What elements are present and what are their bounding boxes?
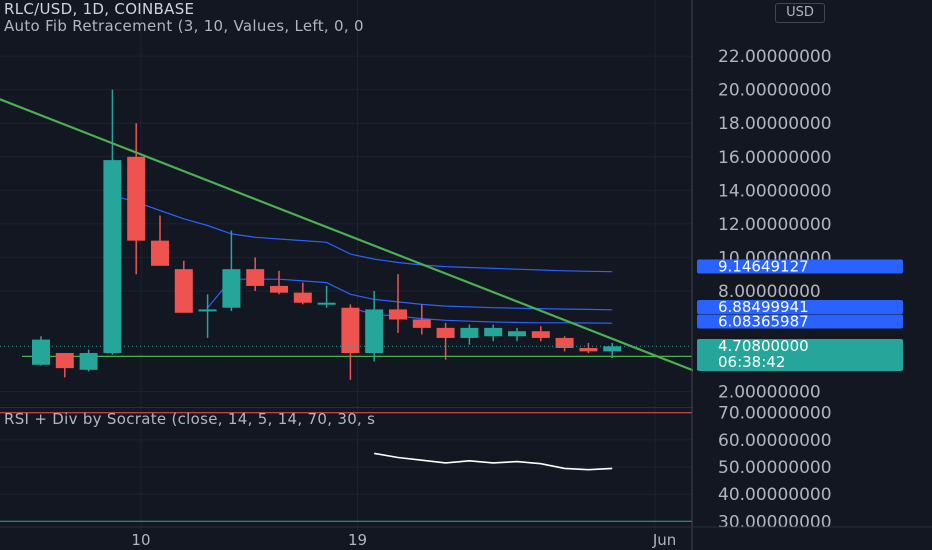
currency-button[interactable]: USD xyxy=(775,3,825,23)
price-axis-label: 50.00000000 xyxy=(718,458,832,478)
candle-body xyxy=(389,309,407,320)
candle-body xyxy=(55,353,74,369)
candle-body xyxy=(222,269,241,308)
candle-body xyxy=(198,309,217,312)
candle-body xyxy=(127,156,146,241)
candle-body xyxy=(531,331,550,338)
price-axis-label: 30.00000000 xyxy=(718,512,832,532)
candle-body xyxy=(32,339,50,365)
candle-body xyxy=(246,269,265,286)
price-axis-label: 60.00000000 xyxy=(718,431,832,451)
chart-canvas[interactable]: 22.00000000 20.00000000 18.00000000 16.0000… xyxy=(0,0,932,550)
time-axis-label: 19 xyxy=(348,531,367,549)
price-axis-label: 70.00000000 xyxy=(718,404,832,424)
candle-body xyxy=(508,331,526,337)
candle-body xyxy=(79,353,98,370)
countdown-label: 06:38:42 xyxy=(718,353,785,371)
candle-body xyxy=(484,327,503,337)
fib-level-line xyxy=(207,278,613,311)
price-axis-label: 2.00000000 xyxy=(718,383,821,403)
price-axis-label: 40.00000000 xyxy=(718,485,832,505)
candle-body xyxy=(270,285,288,293)
candle-body xyxy=(579,348,598,352)
candle-body xyxy=(460,327,479,338)
candle-body xyxy=(412,319,431,328)
price-axis-label: 20.00000000 xyxy=(718,81,832,101)
price-axis-label: 16.00000000 xyxy=(718,148,832,168)
time-axis-label: Jun xyxy=(652,531,676,549)
price-label: 6.08365987 xyxy=(718,313,809,331)
price-label: 9.14649127 xyxy=(718,258,809,276)
candle-body xyxy=(103,160,122,354)
rsi-indicator-legend[interactable]: RSI + Div by Socrate (close, 14, 5, 14, … xyxy=(4,410,375,428)
candle-body xyxy=(603,346,622,352)
fib-level-line xyxy=(112,194,613,273)
candle-body xyxy=(151,240,169,266)
candle-body xyxy=(436,327,455,338)
candle-body xyxy=(174,269,193,313)
price-axis-label: 22.00000000 xyxy=(718,47,832,67)
price-axis-label: 14.00000000 xyxy=(718,181,832,201)
time-axis-label: 10 xyxy=(131,531,150,549)
candle-body xyxy=(293,292,312,303)
fib-indicator-legend[interactable]: Auto Fib Retracement (3, 10, Values, Lef… xyxy=(4,17,364,35)
price-axis-label: 18.00000000 xyxy=(718,114,832,134)
candle-body xyxy=(317,302,336,305)
price-axis-label: 12.00000000 xyxy=(718,215,832,235)
chart-title: RLC/USD, 1D, COINBASE xyxy=(4,0,195,18)
